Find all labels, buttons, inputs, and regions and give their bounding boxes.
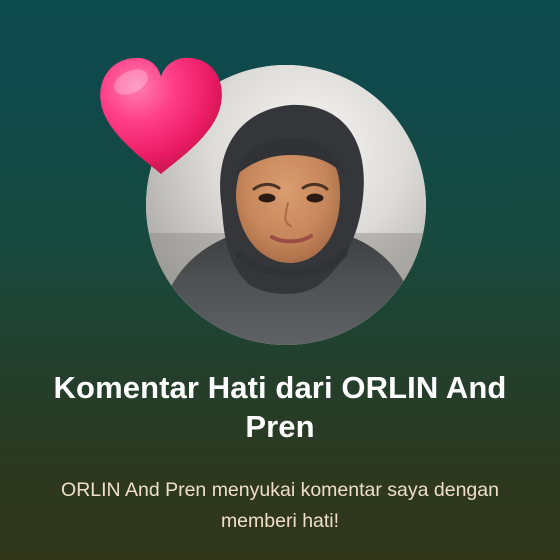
heart-comment-notification-card: Komentar Hati dari ORLIN And Pren ORLIN … [0,0,560,560]
notification-message: ORLIN And Pren menyukai komentar saya de… [61,479,499,532]
notification-title: Komentar Hati dari ORLIN And Pren [53,370,507,444]
heart-icon [96,54,226,178]
